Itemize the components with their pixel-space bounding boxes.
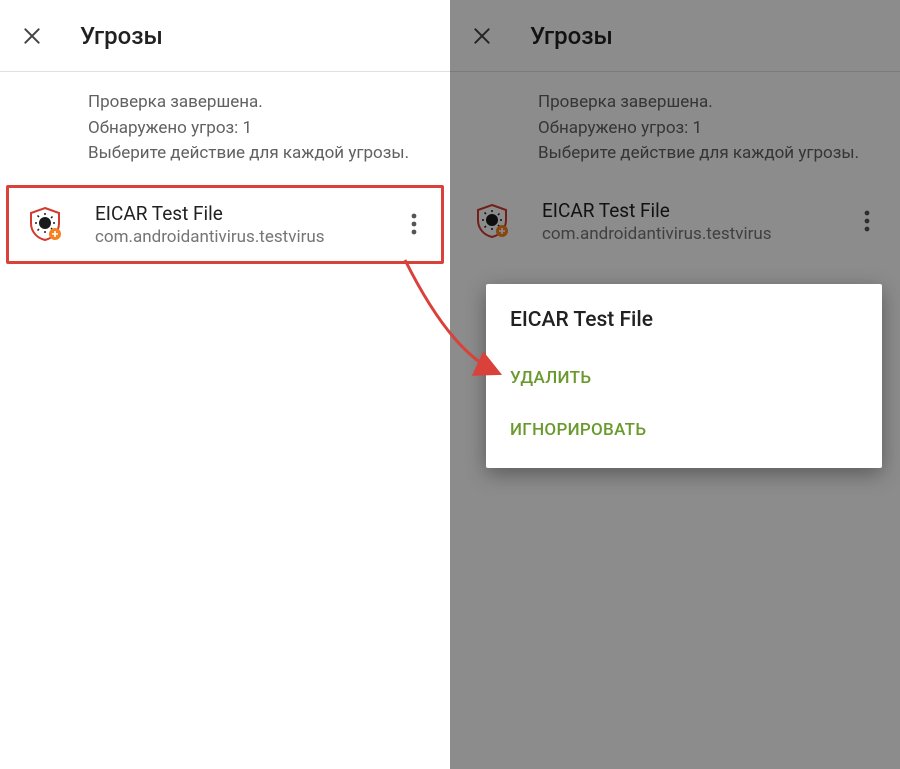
menu-item-delete[interactable]: УДАЛИТЬ	[486, 352, 882, 404]
shield-virus-icon	[27, 206, 63, 242]
threat-text: EICAR Test File com.androidantivirus.tes…	[95, 202, 399, 247]
menu-item-ignore[interactable]: ИГНОРИРОВАТЬ	[486, 404, 882, 456]
screen-threats-list: Угрозы Проверка завершена. Обнаружено уг…	[0, 0, 450, 769]
threat-row[interactable]: EICAR Test File com.androidantivirus.tes…	[6, 185, 444, 264]
header: Угрозы	[0, 0, 450, 72]
screenshot-stage: Угрозы Проверка завершена. Обнаружено уг…	[0, 0, 900, 769]
threat-name: EICAR Test File	[95, 202, 399, 225]
summary-line: Проверка завершена.	[88, 90, 430, 116]
threat-actions-menu: EICAR Test File УДАЛИТЬ ИГНОРИРОВАТЬ	[486, 284, 882, 468]
page-title: Угрозы	[80, 22, 163, 50]
scan-summary: Проверка завершена. Обнаружено угроз: 1 …	[0, 72, 450, 185]
close-icon[interactable]	[20, 24, 44, 48]
more-options-icon[interactable]	[399, 204, 429, 244]
threat-package: com.androidantivirus.testvirus	[95, 227, 399, 247]
summary-line: Обнаружено угроз: 1	[88, 116, 430, 142]
menu-title: EICAR Test File	[486, 304, 882, 352]
summary-line: Выберите действие для каждой угрозы.	[88, 141, 430, 167]
